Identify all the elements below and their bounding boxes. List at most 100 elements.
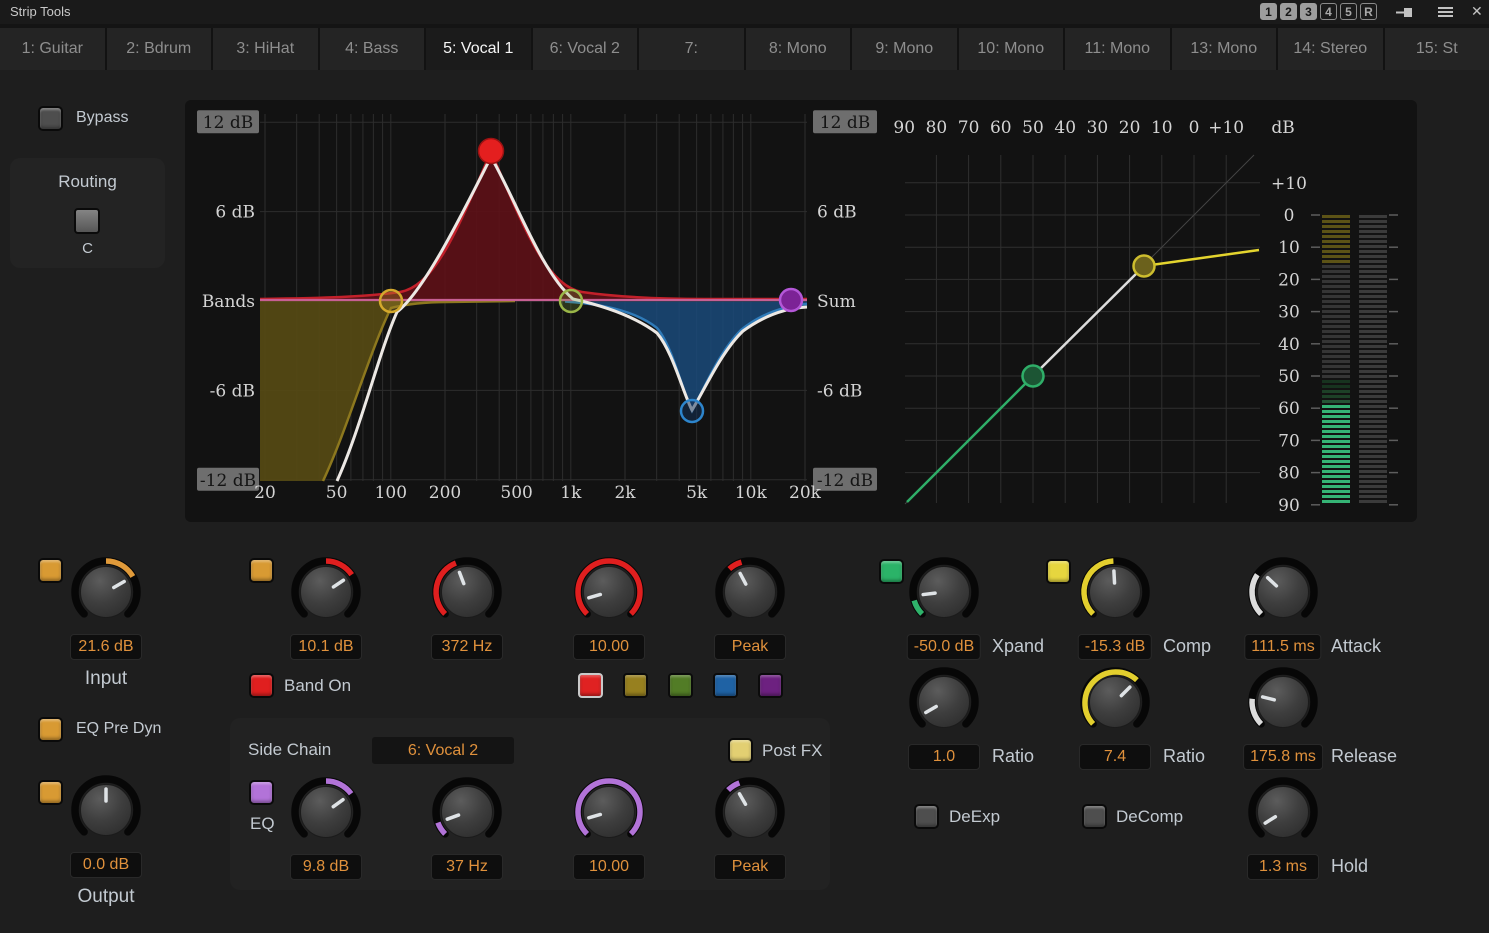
side-chain-type-knob[interactable]: Peak [712,774,788,850]
band-select-band-2[interactable] [623,673,648,698]
window-title: Strip Tools [10,4,70,19]
svg-text:40: 40 [1054,118,1076,138]
dynamics-graph[interactable]: 9080706050403020100+10dB+100102030405060… [885,100,1417,522]
graph-panel: 12 dB12 dB6 dB6 dBBandsSum-6 dB-6 dB-12 … [185,100,1417,522]
release-knob[interactable]: 175.8 msRelease [1245,664,1321,740]
eq-handle-high[interactable] [780,289,802,311]
dyn-handle-compressor[interactable] [1134,256,1155,277]
sc-q-value[interactable]: 10.00 [573,854,645,880]
tab-15-St[interactable]: 15: St [1383,28,1489,70]
tab-9-Mono[interactable]: 9: Mono [850,28,957,70]
xpand-value[interactable]: -50.0 dB [907,634,981,660]
hold-knob[interactable]: 1.3 msHold [1245,774,1321,850]
eq-type-knob[interactable]: Peak [712,554,788,630]
snapshot-button-R[interactable]: R [1360,3,1377,20]
tab-11-Mono[interactable]: 11: Mono [1063,28,1170,70]
tab-5-Vocal-1[interactable]: 5: Vocal 1 [424,28,531,70]
svg-text:50: 50 [326,483,348,503]
snapshot-button-1[interactable]: 1 [1260,3,1277,20]
band-on-checkbox[interactable] [249,673,274,698]
eq-handle-peak[interactable] [479,139,504,164]
tab-7[interactable]: 7: [637,28,744,70]
input-enable-checkbox[interactable] [38,558,63,583]
eq-frequency-knob[interactable]: 372 Hz [429,554,505,630]
eq-handle-lowcut[interactable] [380,290,402,312]
svg-text:20: 20 [1278,270,1300,290]
svg-text:20k: 20k [789,483,822,503]
eq-graph[interactable]: 12 dB12 dB6 dB6 dBBandsSum-6 dB-6 dB-12 … [185,100,885,522]
eq-gain-knob[interactable]: 10.1 dB [288,554,364,630]
tab-14-Stereo[interactable]: 14: Stereo [1276,28,1383,70]
snapshot-button-5[interactable]: 5 [1340,3,1357,20]
menu-icon[interactable] [1438,6,1453,18]
comp-value[interactable]: -15.3 dB [1078,634,1152,660]
expander-threshold-knob[interactable]: -50.0 dBXpand [906,554,982,630]
compressor-ratio-knob[interactable]: 7.4Ratio [1077,664,1153,740]
svg-text:10: 10 [1151,118,1173,138]
side-chain-eq-checkbox[interactable] [249,780,274,805]
expander-ratio-knob[interactable]: 1.0Ratio [906,664,982,740]
release-value[interactable]: 175.8 ms [1243,744,1323,770]
snapshot-button-3[interactable]: 3 [1300,3,1317,20]
output-label: Output [77,886,134,908]
eq-pre-dyn-checkbox[interactable] [38,717,63,742]
svg-text:20: 20 [254,483,276,503]
post-fx-checkbox[interactable] [728,738,753,763]
tab-2-Bdrum[interactable]: 2: Bdrum [105,28,212,70]
snapshot-button-4[interactable]: 4 [1320,3,1337,20]
band-select-band-1[interactable] [578,673,603,698]
de-comp-checkbox[interactable] [1082,804,1107,829]
snapshot-button-2[interactable]: 2 [1280,3,1297,20]
eq-gain-value[interactable]: 10.1 dB [290,634,362,660]
side-chain-gain-knob[interactable]: 9.8 dB [288,774,364,850]
side-chain-q-knob[interactable]: 10.00 [571,774,647,850]
eq-q-value[interactable]: 10.00 [573,634,645,660]
routing-title: Routing [10,172,165,192]
side-chain-source-dropdown[interactable]: 6: Vocal 2 [372,737,514,764]
pin-icon[interactable] [1396,7,1412,18]
eq-freq-value[interactable]: 372 Hz [431,634,503,660]
band-select-band-5[interactable] [758,673,783,698]
eq-enable-checkbox[interactable] [249,558,274,583]
eq-handle-mid[interactable] [560,290,582,312]
tab-3-HiHat[interactable]: 3: HiHat [211,28,318,70]
comp-ratio-value[interactable]: 7.4 [1079,744,1151,770]
input-knob[interactable]: 21.6 dBInput [68,554,144,630]
bypass-checkbox[interactable] [38,106,63,131]
svg-text:1k: 1k [560,483,582,503]
close-icon[interactable]: ✕ [1471,3,1483,20]
eq-handle-dip[interactable] [681,400,703,422]
band-select-band-3[interactable] [668,673,693,698]
sc-freq-value[interactable]: 37 Hz [431,854,503,880]
attack-value[interactable]: 111.5 ms [1244,634,1321,660]
sc-type-value[interactable]: Peak [714,854,786,880]
tab-10-Mono[interactable]: 10: Mono [957,28,1064,70]
compressor-enable-checkbox[interactable] [1046,559,1071,584]
tab-1-Guitar[interactable]: 1: Guitar [0,28,105,70]
tab-4-Bass[interactable]: 4: Bass [318,28,425,70]
attack-knob[interactable]: 111.5 msAttack [1245,554,1321,630]
band-select-band-4[interactable] [713,673,738,698]
routing-panel: Routing C [10,158,165,268]
dyn-handle-expander[interactable] [1023,366,1044,387]
svg-text:30: 30 [1278,303,1300,323]
output-knob[interactable]: 0.0 dBOutput [68,772,144,848]
compressor-threshold-knob[interactable]: -15.3 dBComp [1077,554,1153,630]
expander-enable-checkbox[interactable] [879,559,904,584]
eq-type-value[interactable]: Peak [714,634,786,660]
side-chain-frequency-knob[interactable]: 37 Hz [429,774,505,850]
hold-value[interactable]: 1.3 ms [1247,854,1319,880]
xpand-ratio-value[interactable]: 1.0 [908,744,980,770]
eq-q-knob[interactable]: 10.00 [571,554,647,630]
tab-6-Vocal-2[interactable]: 6: Vocal 2 [531,28,638,70]
routing-button[interactable] [74,208,100,234]
sc-gain-value[interactable]: 9.8 dB [290,854,362,880]
input-value[interactable]: 21.6 dB [70,634,142,660]
output-enable-checkbox[interactable] [38,780,63,805]
tab-13-Mono[interactable]: 13: Mono [1170,28,1277,70]
tab-8-Mono[interactable]: 8: Mono [744,28,851,70]
de-exp-checkbox[interactable] [914,804,939,829]
svg-text:40: 40 [1278,335,1300,355]
output-value[interactable]: 0.0 dB [70,852,142,878]
svg-text:2k: 2k [614,483,636,503]
